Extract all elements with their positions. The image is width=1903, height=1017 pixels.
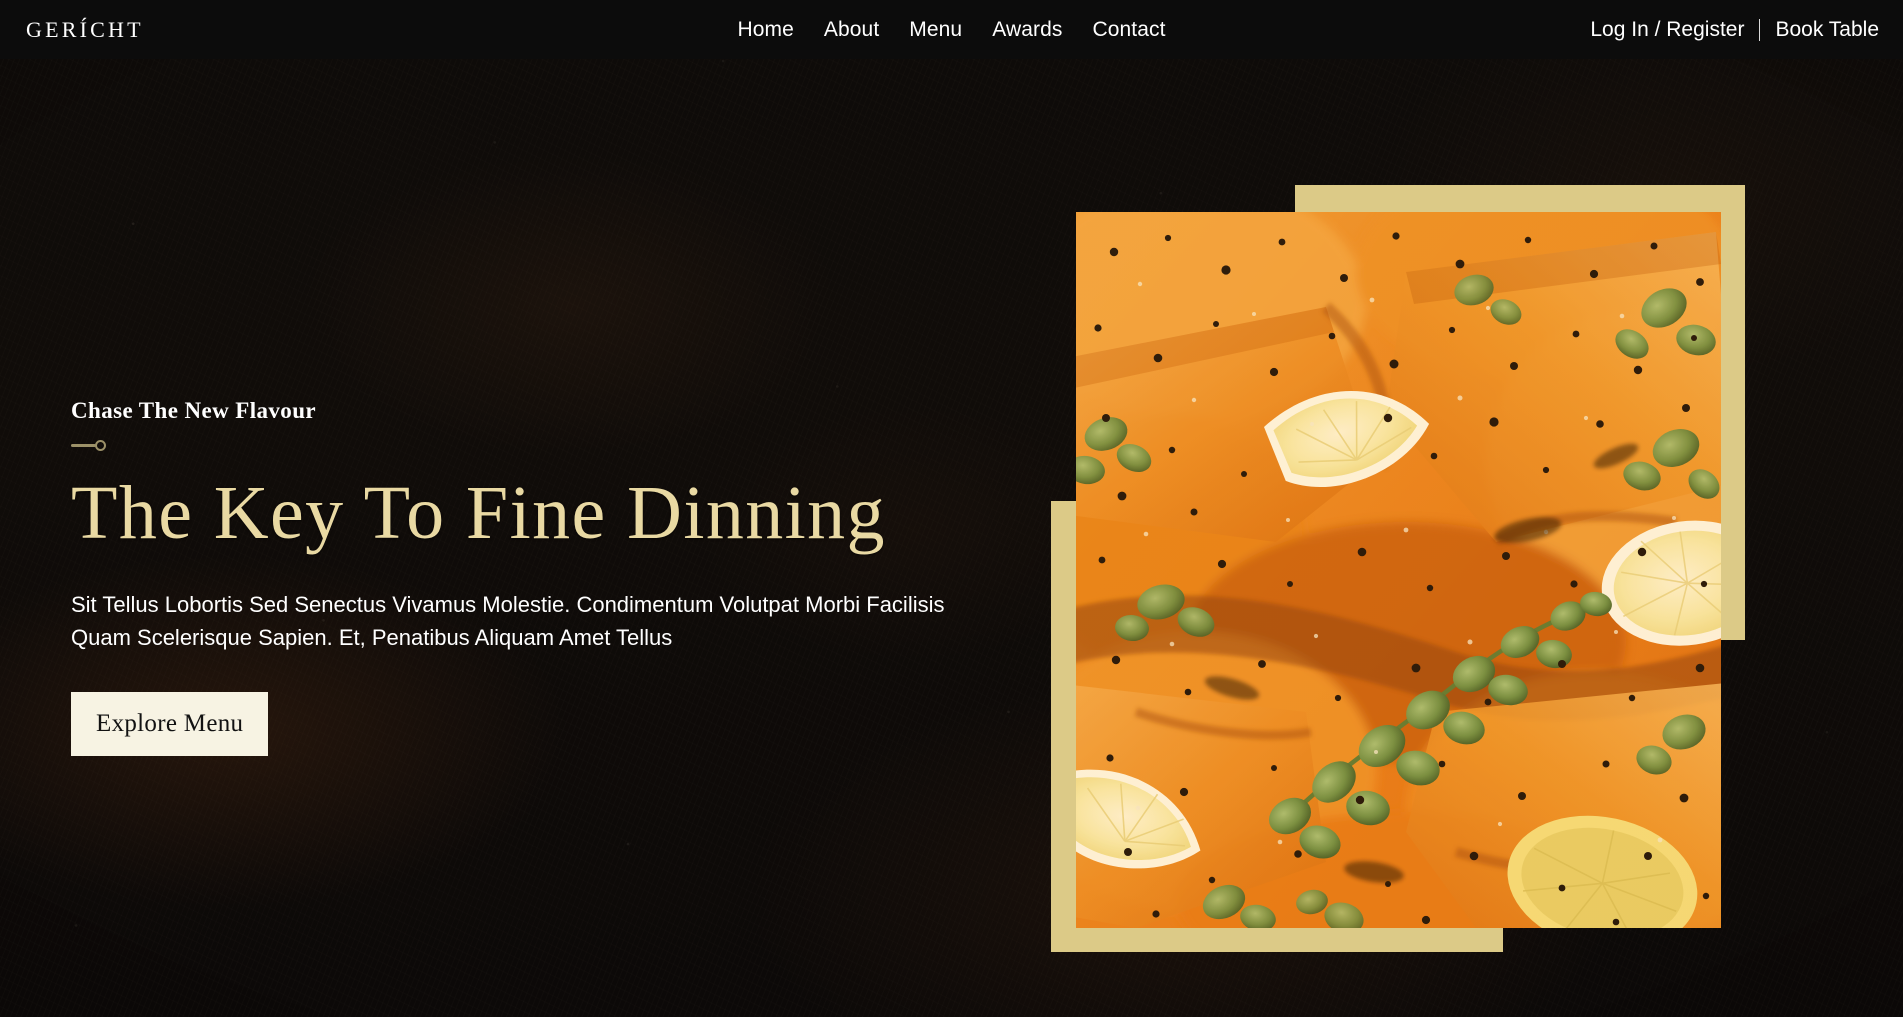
nav-item-home[interactable]: Home [737,18,793,42]
spoon-dot [95,439,106,451]
nav-divider [1759,18,1761,41]
page-root: GERÍCHT Home About Menu Awards Contact L… [0,0,1903,1017]
nav-links: Home About Menu Awards Contact [737,18,1165,42]
nav-item-awards[interactable]: Awards [992,18,1062,42]
navbar: GERÍCHT Home About Menu Awards Contact L… [0,0,1903,59]
hero-description: Sit Tellus Lobortis Sed Senectus Vivamus… [71,592,945,650]
hero-food-photo [1076,212,1721,928]
brand-logo[interactable]: GERÍCHT [26,17,144,43]
page-title: The Key To Fine Dinning [71,471,886,556]
nav-item-about[interactable]: About [824,18,879,42]
spoon-divider-icon [71,439,971,451]
nav-item-menu[interactable]: Menu [909,18,962,42]
hero-content: Chase The New Flavour The Key To Fine Di… [71,398,971,757]
nav-actions: Log In / Register Book Table [1590,18,1879,42]
login-register-link[interactable]: Log In / Register [1590,18,1744,42]
hero-subtitle: Chase The New Flavour [71,398,317,423]
explore-menu-button[interactable]: Explore Menu [71,692,269,757]
nav-item-contact[interactable]: Contact [1092,18,1165,42]
spoon-bar [71,443,96,447]
book-table-link[interactable]: Book Table [1775,18,1879,42]
